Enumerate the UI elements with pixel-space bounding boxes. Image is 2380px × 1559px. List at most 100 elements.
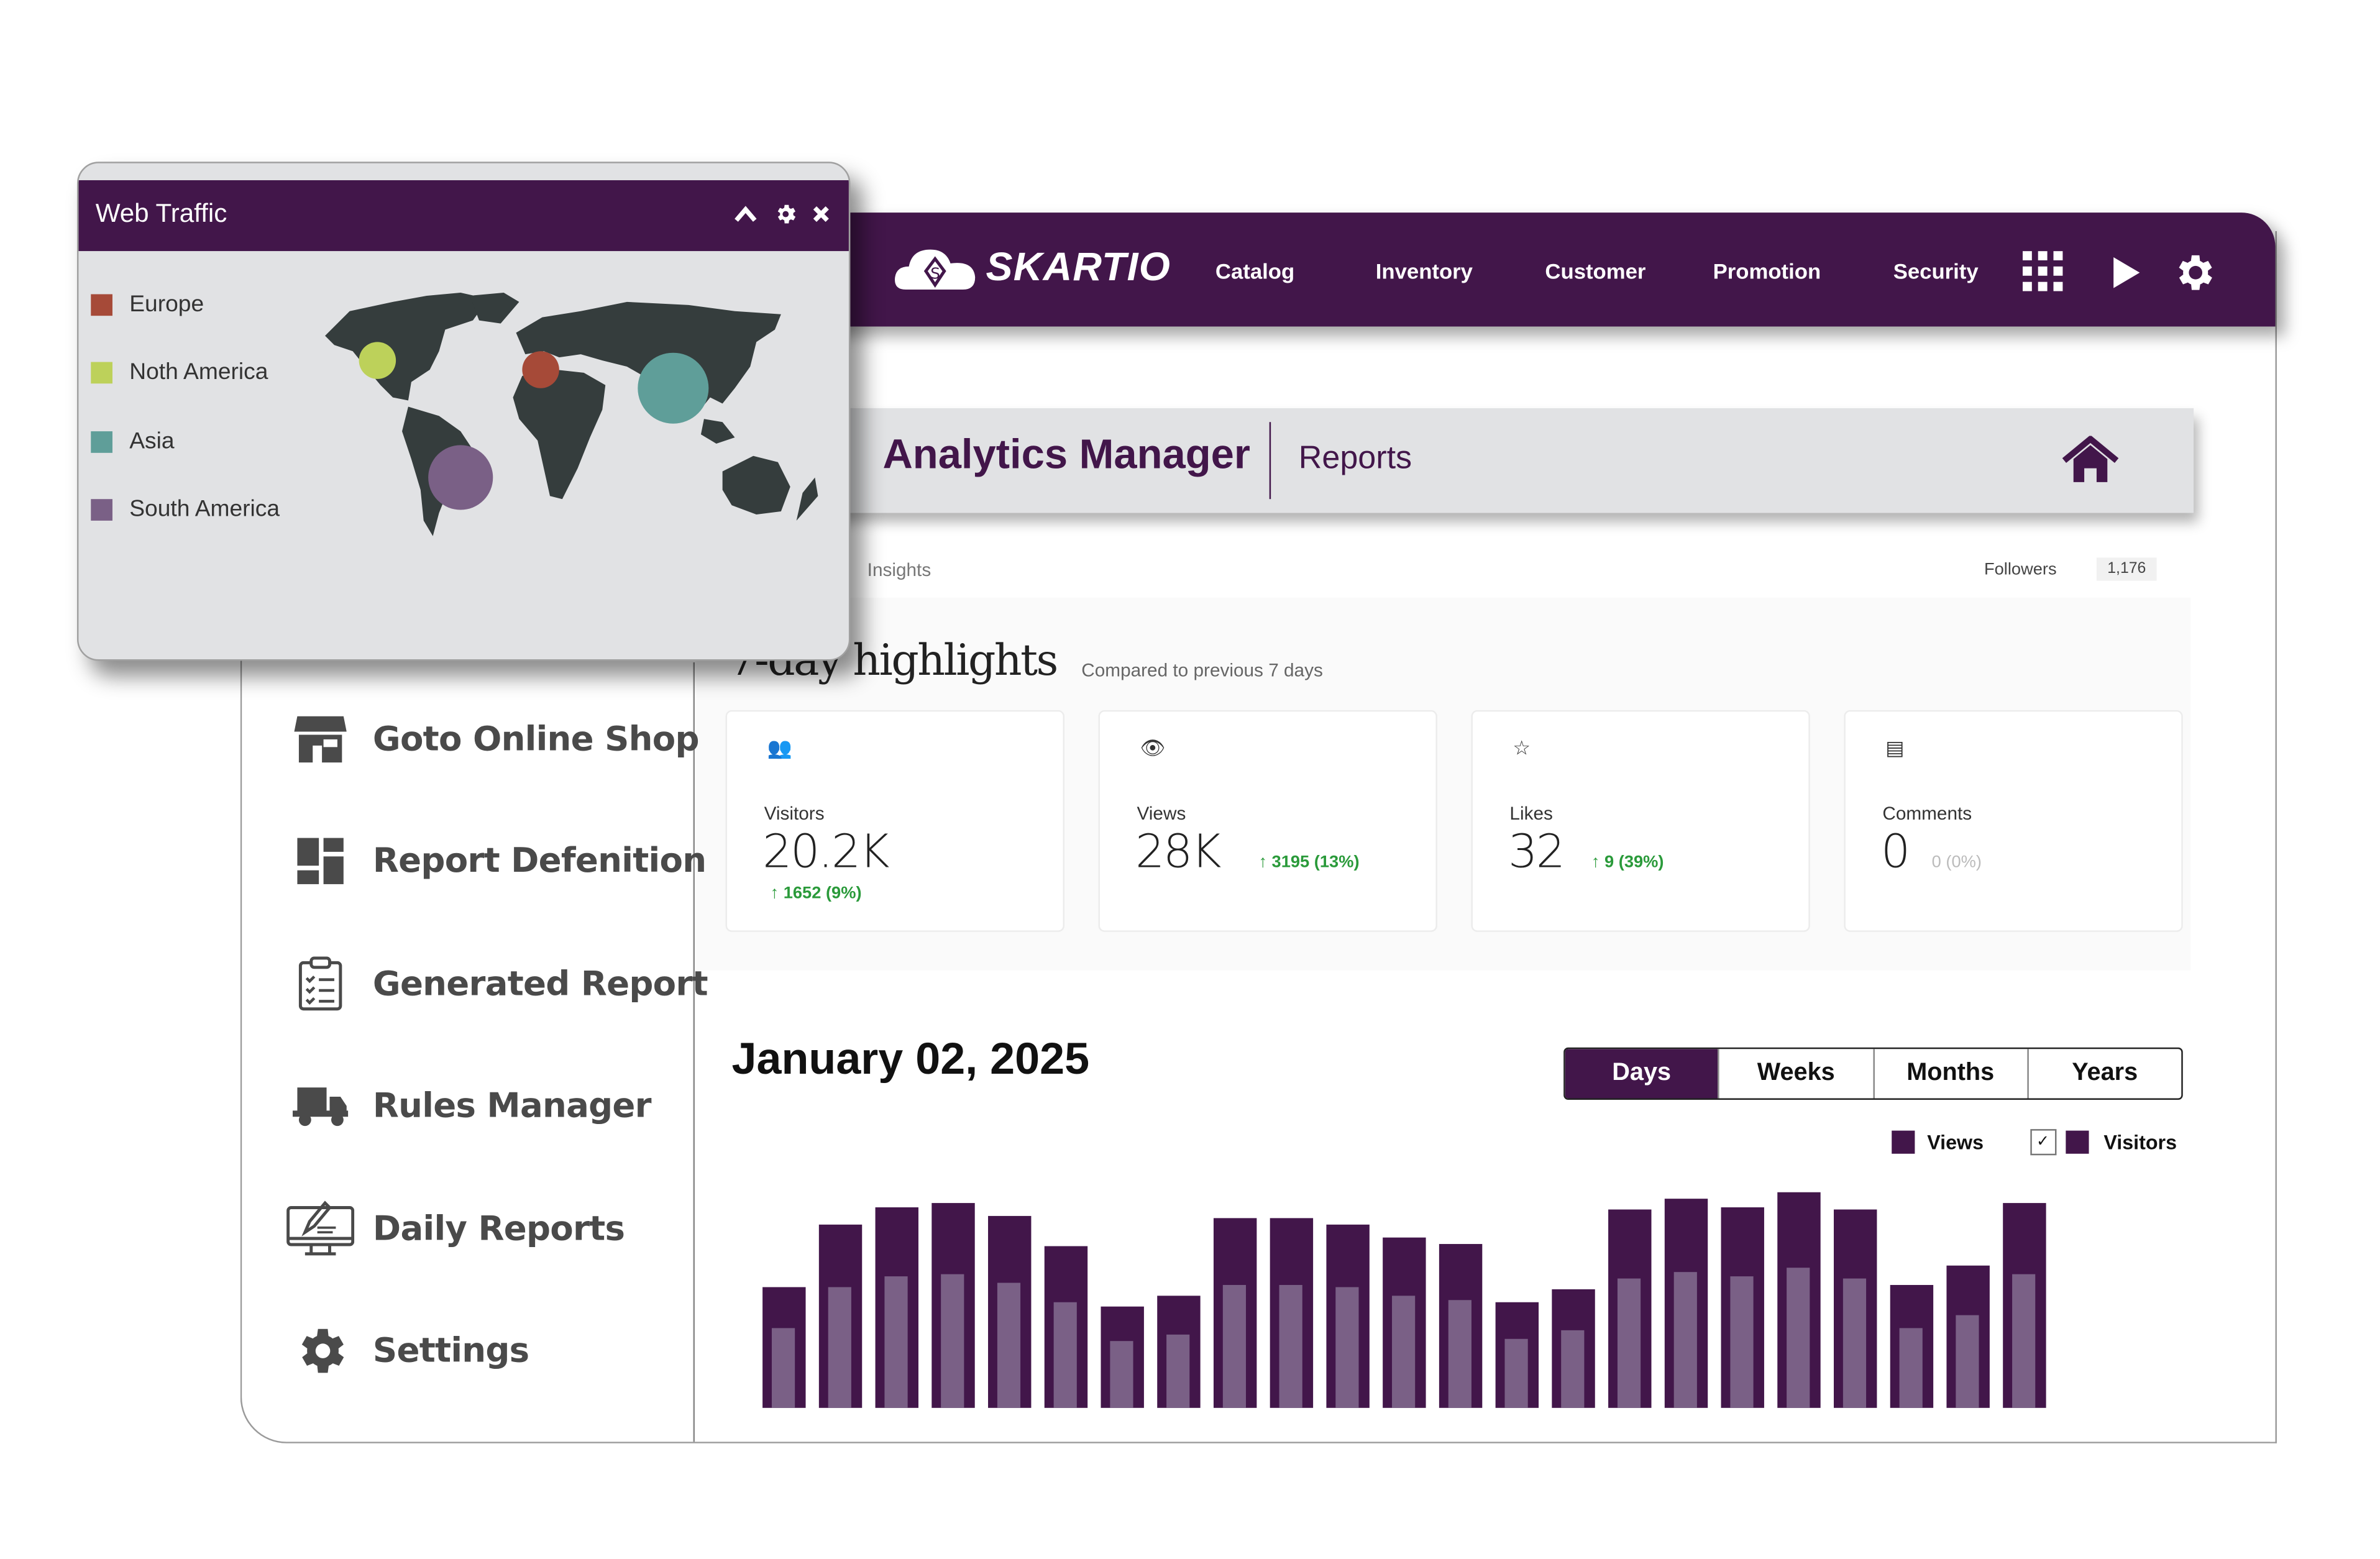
range-segmented-control: Days Weeks Months Years bbox=[1563, 1047, 2183, 1100]
legend-europe: Europe bbox=[91, 291, 204, 318]
bar-visitors[interactable] bbox=[1842, 1278, 1867, 1408]
brand-name: SKARTIO bbox=[986, 243, 1171, 290]
card-delta: ↑ 1652 (9%) bbox=[770, 884, 862, 903]
range-weeks-button[interactable]: Weeks bbox=[1718, 1049, 1873, 1099]
card-visitors[interactable]: 👥 Visitors 20.2K ↑ 1652 (9%) bbox=[725, 710, 1064, 932]
gear-icon[interactable] bbox=[773, 202, 798, 227]
gear-icon[interactable] bbox=[2171, 250, 2217, 296]
sidebar-item-report-definition[interactable]: Report Defenition bbox=[286, 830, 707, 892]
sidebar-item-label: Settings bbox=[372, 1332, 529, 1371]
card-comments[interactable]: ▤ Comments 0 0 (0%) bbox=[1844, 710, 2183, 932]
insights-label: Insights bbox=[867, 559, 931, 581]
card-value: 32 bbox=[1508, 825, 1565, 880]
bar-visitors[interactable] bbox=[997, 1282, 1021, 1408]
sidebar-item-generated-report[interactable]: Generated Report bbox=[286, 954, 708, 1015]
bar-visitors[interactable] bbox=[828, 1287, 851, 1408]
bar-visitors[interactable] bbox=[1730, 1276, 1754, 1408]
breadcrumb-reports[interactable]: Reports bbox=[1299, 441, 1412, 477]
bar-visitors[interactable] bbox=[1110, 1341, 1133, 1408]
bar-visitors[interactable] bbox=[941, 1274, 964, 1408]
card-delta: ↑ 9 (39%) bbox=[1591, 853, 1664, 872]
svg-text:S: S bbox=[930, 263, 940, 281]
nav-promotion[interactable]: Promotion bbox=[1713, 258, 1821, 283]
bar-visitors[interactable] bbox=[1448, 1300, 1471, 1408]
range-months-button[interactable]: Months bbox=[1872, 1049, 2027, 1099]
star-icon: ☆ bbox=[1513, 736, 1531, 760]
bar-visitors[interactable] bbox=[1222, 1284, 1247, 1408]
legend-views[interactable]: Views bbox=[1927, 1131, 1984, 1154]
bar-visitors[interactable] bbox=[1504, 1338, 1528, 1408]
bar-visitors[interactable] bbox=[1279, 1284, 1302, 1408]
bar-visitors[interactable] bbox=[1787, 1268, 1810, 1408]
bar-visitors[interactable] bbox=[884, 1276, 908, 1408]
comment-icon: ▤ bbox=[1885, 736, 1905, 760]
bar-visitors[interactable] bbox=[1956, 1315, 1979, 1408]
home-icon[interactable] bbox=[2061, 436, 2120, 485]
sidebar-item-label: Generated Report bbox=[372, 965, 708, 1004]
bar-visitors[interactable] bbox=[1899, 1328, 1923, 1408]
title-divider bbox=[1269, 422, 1271, 500]
popup-title: Web Traffic bbox=[95, 198, 227, 228]
card-views[interactable]: 👁 Views 28K ↑ 3195 (13%) bbox=[1098, 710, 1437, 932]
bubble-south-america[interactable] bbox=[428, 445, 493, 510]
bar-chart bbox=[762, 1192, 2046, 1408]
apps-grid-icon[interactable] bbox=[2022, 251, 2066, 294]
highlights-compare: Compared to previous 7 days bbox=[1081, 659, 1323, 681]
report-date: January 02, 2025 bbox=[731, 1035, 1090, 1085]
bar-visitors[interactable] bbox=[1561, 1330, 1585, 1408]
sidebar-item-rules-manager[interactable]: Rules Manager bbox=[286, 1075, 652, 1136]
legend-asia: Asia bbox=[91, 428, 175, 454]
visitors-checkbox[interactable]: ✓ bbox=[2030, 1129, 2056, 1156]
followers-label: Followers bbox=[1984, 560, 2057, 580]
range-days-button[interactable]: Days bbox=[1565, 1049, 1718, 1099]
play-icon[interactable] bbox=[2112, 256, 2143, 290]
close-icon[interactable] bbox=[812, 205, 830, 224]
nav-security[interactable]: Security bbox=[1893, 258, 1979, 283]
bar-visitors[interactable] bbox=[1392, 1296, 1416, 1408]
popup-header: Web Traffic bbox=[78, 180, 849, 252]
range-years-button[interactable]: Years bbox=[2026, 1049, 2182, 1099]
gear-icon bbox=[301, 1328, 344, 1373]
nav-catalog[interactable]: Catalog bbox=[1215, 258, 1294, 283]
eye-icon: 👁 bbox=[1140, 736, 1166, 760]
people-icon: 👥 bbox=[767, 736, 792, 760]
chart-legend: Views ✓ Visitors bbox=[1892, 1129, 2177, 1156]
sidebar-divider bbox=[693, 662, 695, 1442]
sidebar-item-label: Goto Online Shop bbox=[372, 720, 700, 759]
sidebar-item-daily-reports[interactable]: Daily Reports bbox=[286, 1199, 625, 1260]
card-value: 20.2K bbox=[762, 825, 889, 880]
monitor-edit-icon bbox=[286, 1200, 355, 1256]
storefront-icon bbox=[294, 716, 347, 763]
card-label: Visitors bbox=[764, 802, 825, 825]
continents bbox=[325, 293, 818, 536]
page-title: Analytics Manager bbox=[882, 431, 1250, 478]
card-delta: ↑ 3195 (13%) bbox=[1258, 853, 1360, 872]
card-label: Views bbox=[1137, 802, 1186, 825]
followers-count: 1,176 bbox=[2096, 557, 2157, 581]
sidebar-item-label: Rules Manager bbox=[372, 1086, 652, 1125]
bar-visitors[interactable] bbox=[2012, 1274, 2036, 1408]
bar-visitors[interactable] bbox=[1053, 1302, 1077, 1408]
card-delta: 0 (0%) bbox=[1931, 853, 1982, 872]
world-map bbox=[325, 293, 818, 536]
legend-swatch-views bbox=[1892, 1130, 1915, 1154]
sidebar-item-settings[interactable]: Settings bbox=[286, 1320, 529, 1382]
nav-customer[interactable]: Customer bbox=[1545, 258, 1645, 283]
brand-logo[interactable]: S SKARTIO bbox=[894, 244, 1171, 291]
collapse-icon[interactable] bbox=[733, 205, 758, 224]
bar-visitors[interactable] bbox=[1166, 1334, 1190, 1408]
web-traffic-popup: Web Traffic Europe Noth America Asia Sou… bbox=[76, 162, 851, 661]
sidebar-item-online-shop[interactable]: Goto Online Shop bbox=[286, 708, 700, 770]
bubble-europe[interactable] bbox=[522, 351, 559, 388]
legend-south-america: South America bbox=[91, 496, 280, 522]
bubble-north-america[interactable] bbox=[359, 342, 396, 379]
bubble-asia[interactable] bbox=[638, 352, 709, 424]
card-label: Likes bbox=[1509, 802, 1553, 825]
bar-visitors[interactable] bbox=[771, 1328, 795, 1408]
bar-visitors[interactable] bbox=[1673, 1272, 1697, 1408]
nav-inventory[interactable]: Inventory bbox=[1376, 258, 1473, 283]
legend-visitors[interactable]: Visitors bbox=[2103, 1131, 2177, 1154]
bar-visitors[interactable] bbox=[1335, 1287, 1359, 1408]
bar-visitors[interactable] bbox=[1617, 1278, 1641, 1408]
card-likes[interactable]: ☆ Likes 32 ↑ 9 (39%) bbox=[1471, 710, 1810, 932]
